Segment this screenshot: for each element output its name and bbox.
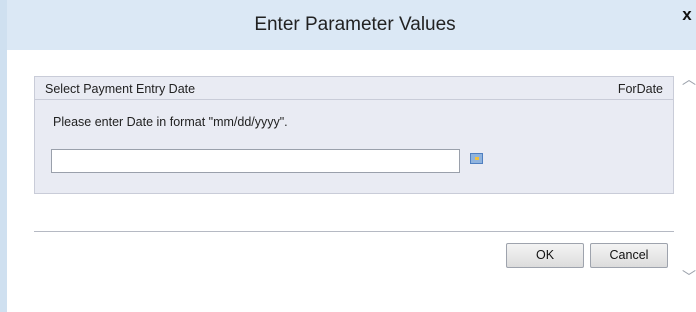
calendar-icon[interactable] [470, 153, 483, 164]
parameter-dialog: Enter Parameter Values x Select Payment … [0, 0, 696, 312]
close-button[interactable]: x [677, 4, 696, 26]
parameter-panel: Select Payment Entry Date ForDate Please… [34, 76, 674, 194]
dialog-title: Enter Parameter Values [254, 14, 456, 35]
ok-button[interactable]: OK [506, 243, 584, 268]
dialog-body: Select Payment Entry Date ForDate Please… [14, 50, 696, 312]
vertical-scrollbar[interactable]: ︿ ﹀ [675, 50, 696, 312]
date-format-hint: Please enter Date in format "mm/dd/yyyy"… [53, 115, 288, 129]
chevron-up-icon[interactable]: ︿ [682, 72, 696, 86]
parameter-header: Select Payment Entry Date ForDate [35, 77, 673, 100]
parameter-prompt: Select Payment Entry Date [45, 82, 196, 96]
chevron-down-icon[interactable]: ﹀ [682, 270, 696, 284]
button-divider [34, 231, 674, 232]
cancel-button[interactable]: Cancel [590, 243, 668, 268]
date-input[interactable] [51, 149, 460, 173]
title-bar: Enter Parameter Values x [7, 0, 696, 50]
calendar-icon-marker [475, 157, 479, 160]
parameter-name: ForDate [617, 82, 663, 96]
